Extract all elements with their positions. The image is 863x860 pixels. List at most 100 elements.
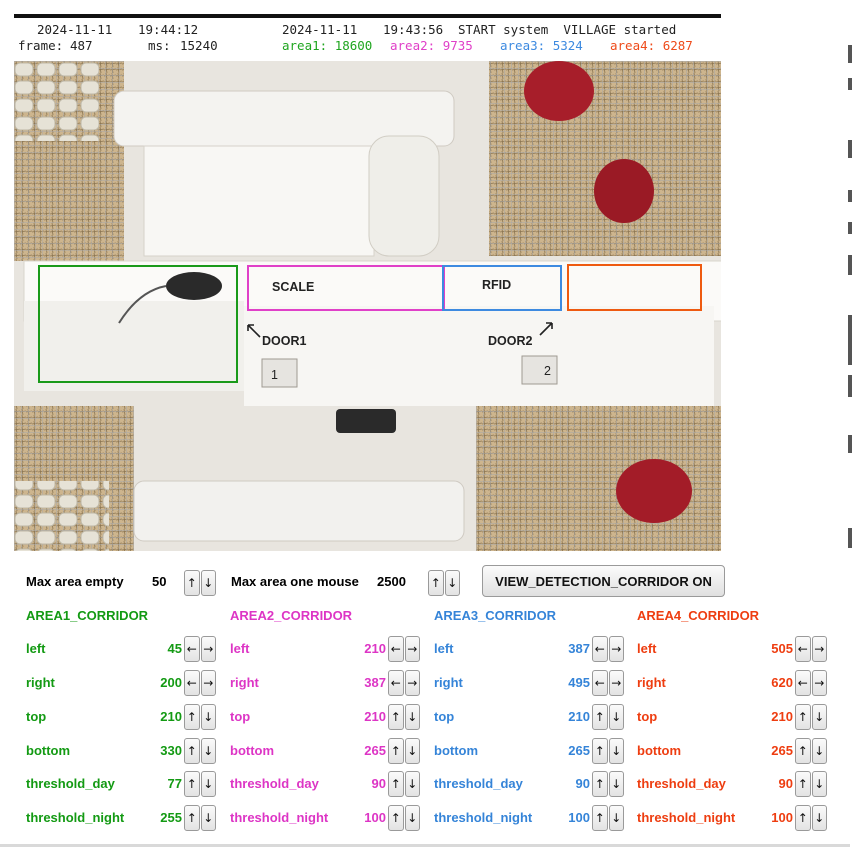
arrow-left-icon[interactable]: ←	[184, 636, 200, 662]
increase-arrow-icon[interactable]: ↑	[795, 704, 811, 730]
decrease-arrow-icon[interactable]: ↓	[444, 570, 460, 596]
arrow-right-icon[interactable]: →	[404, 670, 420, 696]
param-value-threshold-night: 100	[364, 810, 386, 825]
edge-mark	[848, 190, 852, 202]
increase-arrow-icon[interactable]: ↑	[428, 570, 444, 596]
increase-arrow-icon[interactable]: ↑	[184, 771, 200, 797]
param-label-bottom: bottom	[230, 743, 275, 758]
param-value-threshold-day: 77	[167, 776, 182, 791]
decrease-arrow-icon[interactable]: ↓	[811, 805, 827, 831]
param-stepper-right[interactable]: ← →	[388, 670, 421, 696]
decrease-arrow-icon[interactable]: ↓	[200, 570, 216, 596]
arrow-right-icon[interactable]: →	[608, 670, 624, 696]
arrow-right-icon[interactable]: →	[404, 636, 420, 662]
increase-arrow-icon[interactable]: ↑	[592, 771, 608, 797]
arrow-left-icon[interactable]: ←	[795, 670, 811, 696]
arrow-right-icon[interactable]: →	[200, 636, 216, 662]
max-area-one-mouse-stepper[interactable]: ↑ ↓	[428, 570, 461, 596]
decrease-arrow-icon[interactable]: ↓	[811, 738, 827, 764]
decrease-arrow-icon[interactable]: ↓	[404, 738, 420, 764]
increase-arrow-icon[interactable]: ↑	[184, 805, 200, 831]
frame-value: 487	[70, 38, 93, 53]
decrease-arrow-icon[interactable]: ↓	[200, 738, 216, 764]
arrow-right-icon[interactable]: →	[811, 636, 827, 662]
param-stepper-top[interactable]: ↑ ↓	[388, 704, 421, 730]
param-value-threshold-day: 90	[778, 776, 793, 791]
param-stepper-right[interactable]: ← →	[184, 670, 217, 696]
param-stepper-threshold-day[interactable]: ↑ ↓	[795, 771, 828, 797]
increase-arrow-icon[interactable]: ↑	[795, 805, 811, 831]
param-label-threshold-night: threshold_night	[434, 810, 533, 825]
frame-label: frame:	[18, 38, 64, 53]
max-area-empty-stepper[interactable]: ↑ ↓	[184, 570, 217, 596]
door1-marker: 1	[271, 368, 278, 382]
bottom-divider	[0, 844, 850, 847]
edge-mark	[848, 222, 852, 234]
param-stepper-left[interactable]: ← →	[184, 636, 217, 662]
param-stepper-left[interactable]: ← →	[592, 636, 625, 662]
increase-arrow-icon[interactable]: ↑	[184, 704, 200, 730]
decrease-arrow-icon[interactable]: ↓	[608, 704, 624, 730]
param-stepper-threshold-night[interactable]: ↑ ↓	[388, 805, 421, 831]
increase-arrow-icon[interactable]: ↑	[388, 771, 404, 797]
param-stepper-top[interactable]: ↑ ↓	[795, 704, 828, 730]
decrease-arrow-icon[interactable]: ↓	[200, 805, 216, 831]
param-label-top: top	[434, 709, 455, 724]
increase-arrow-icon[interactable]: ↑	[388, 704, 404, 730]
param-stepper-top[interactable]: ↑ ↓	[184, 704, 217, 730]
param-stepper-bottom[interactable]: ↑ ↓	[592, 738, 625, 764]
max-area-one-mouse-label: Max area one mouse	[231, 574, 359, 589]
decrease-arrow-icon[interactable]: ↓	[404, 771, 420, 797]
increase-arrow-icon[interactable]: ↑	[592, 805, 608, 831]
arrow-left-icon[interactable]: ←	[592, 636, 608, 662]
arrow-right-icon[interactable]: →	[608, 636, 624, 662]
param-value-left: 45	[167, 641, 182, 656]
param-label-bottom: bottom	[26, 743, 71, 758]
increase-arrow-icon[interactable]: ↑	[592, 704, 608, 730]
increase-arrow-icon[interactable]: ↑	[388, 805, 404, 831]
arrow-left-icon[interactable]: ←	[184, 670, 200, 696]
decrease-arrow-icon[interactable]: ↓	[608, 805, 624, 831]
decrease-arrow-icon[interactable]: ↓	[200, 704, 216, 730]
param-label-top: top	[230, 709, 251, 724]
param-stepper-threshold-day[interactable]: ↑ ↓	[388, 771, 421, 797]
increase-arrow-icon[interactable]: ↑	[795, 738, 811, 764]
arrow-left-icon[interactable]: ←	[795, 636, 811, 662]
param-stepper-top[interactable]: ↑ ↓	[592, 704, 625, 730]
increase-arrow-icon[interactable]: ↑	[592, 738, 608, 764]
door2-arrow-icon	[539, 322, 553, 336]
param-value-threshold-night: 100	[771, 810, 793, 825]
arrow-left-icon[interactable]: ←	[388, 636, 404, 662]
max-area-one-mouse-value: 2500	[377, 574, 406, 589]
param-stepper-threshold-day[interactable]: ↑ ↓	[592, 771, 625, 797]
area2-readout: area2: 9735	[390, 38, 473, 53]
param-stepper-threshold-night[interactable]: ↑ ↓	[592, 805, 625, 831]
increase-arrow-icon[interactable]: ↑	[184, 738, 200, 764]
param-stepper-bottom[interactable]: ↑ ↓	[795, 738, 828, 764]
param-stepper-threshold-night[interactable]: ↑ ↓	[795, 805, 828, 831]
decrease-arrow-icon[interactable]: ↓	[811, 771, 827, 797]
param-stepper-bottom[interactable]: ↑ ↓	[184, 738, 217, 764]
param-stepper-threshold-day[interactable]: ↑ ↓	[184, 771, 217, 797]
decrease-arrow-icon[interactable]: ↓	[404, 704, 420, 730]
param-stepper-left[interactable]: ← →	[388, 636, 421, 662]
param-stepper-threshold-night[interactable]: ↑ ↓	[184, 805, 217, 831]
increase-arrow-icon[interactable]: ↑	[795, 771, 811, 797]
decrease-arrow-icon[interactable]: ↓	[404, 805, 420, 831]
arrow-left-icon[interactable]: ←	[592, 670, 608, 696]
increase-arrow-icon[interactable]: ↑	[184, 570, 200, 596]
param-stepper-right[interactable]: ← →	[592, 670, 625, 696]
arrow-left-icon[interactable]: ←	[388, 670, 404, 696]
param-label-right: right	[230, 675, 259, 690]
arrow-right-icon[interactable]: →	[200, 670, 216, 696]
decrease-arrow-icon[interactable]: ↓	[811, 704, 827, 730]
param-stepper-left[interactable]: ← →	[795, 636, 828, 662]
param-stepper-right[interactable]: ← →	[795, 670, 828, 696]
increase-arrow-icon[interactable]: ↑	[388, 738, 404, 764]
decrease-arrow-icon[interactable]: ↓	[200, 771, 216, 797]
param-stepper-bottom[interactable]: ↑ ↓	[388, 738, 421, 764]
decrease-arrow-icon[interactable]: ↓	[608, 771, 624, 797]
decrease-arrow-icon[interactable]: ↓	[608, 738, 624, 764]
view-detection-corridor-button[interactable]: VIEW_DETECTION_CORRIDOR ON	[482, 565, 725, 597]
arrow-right-icon[interactable]: →	[811, 670, 827, 696]
